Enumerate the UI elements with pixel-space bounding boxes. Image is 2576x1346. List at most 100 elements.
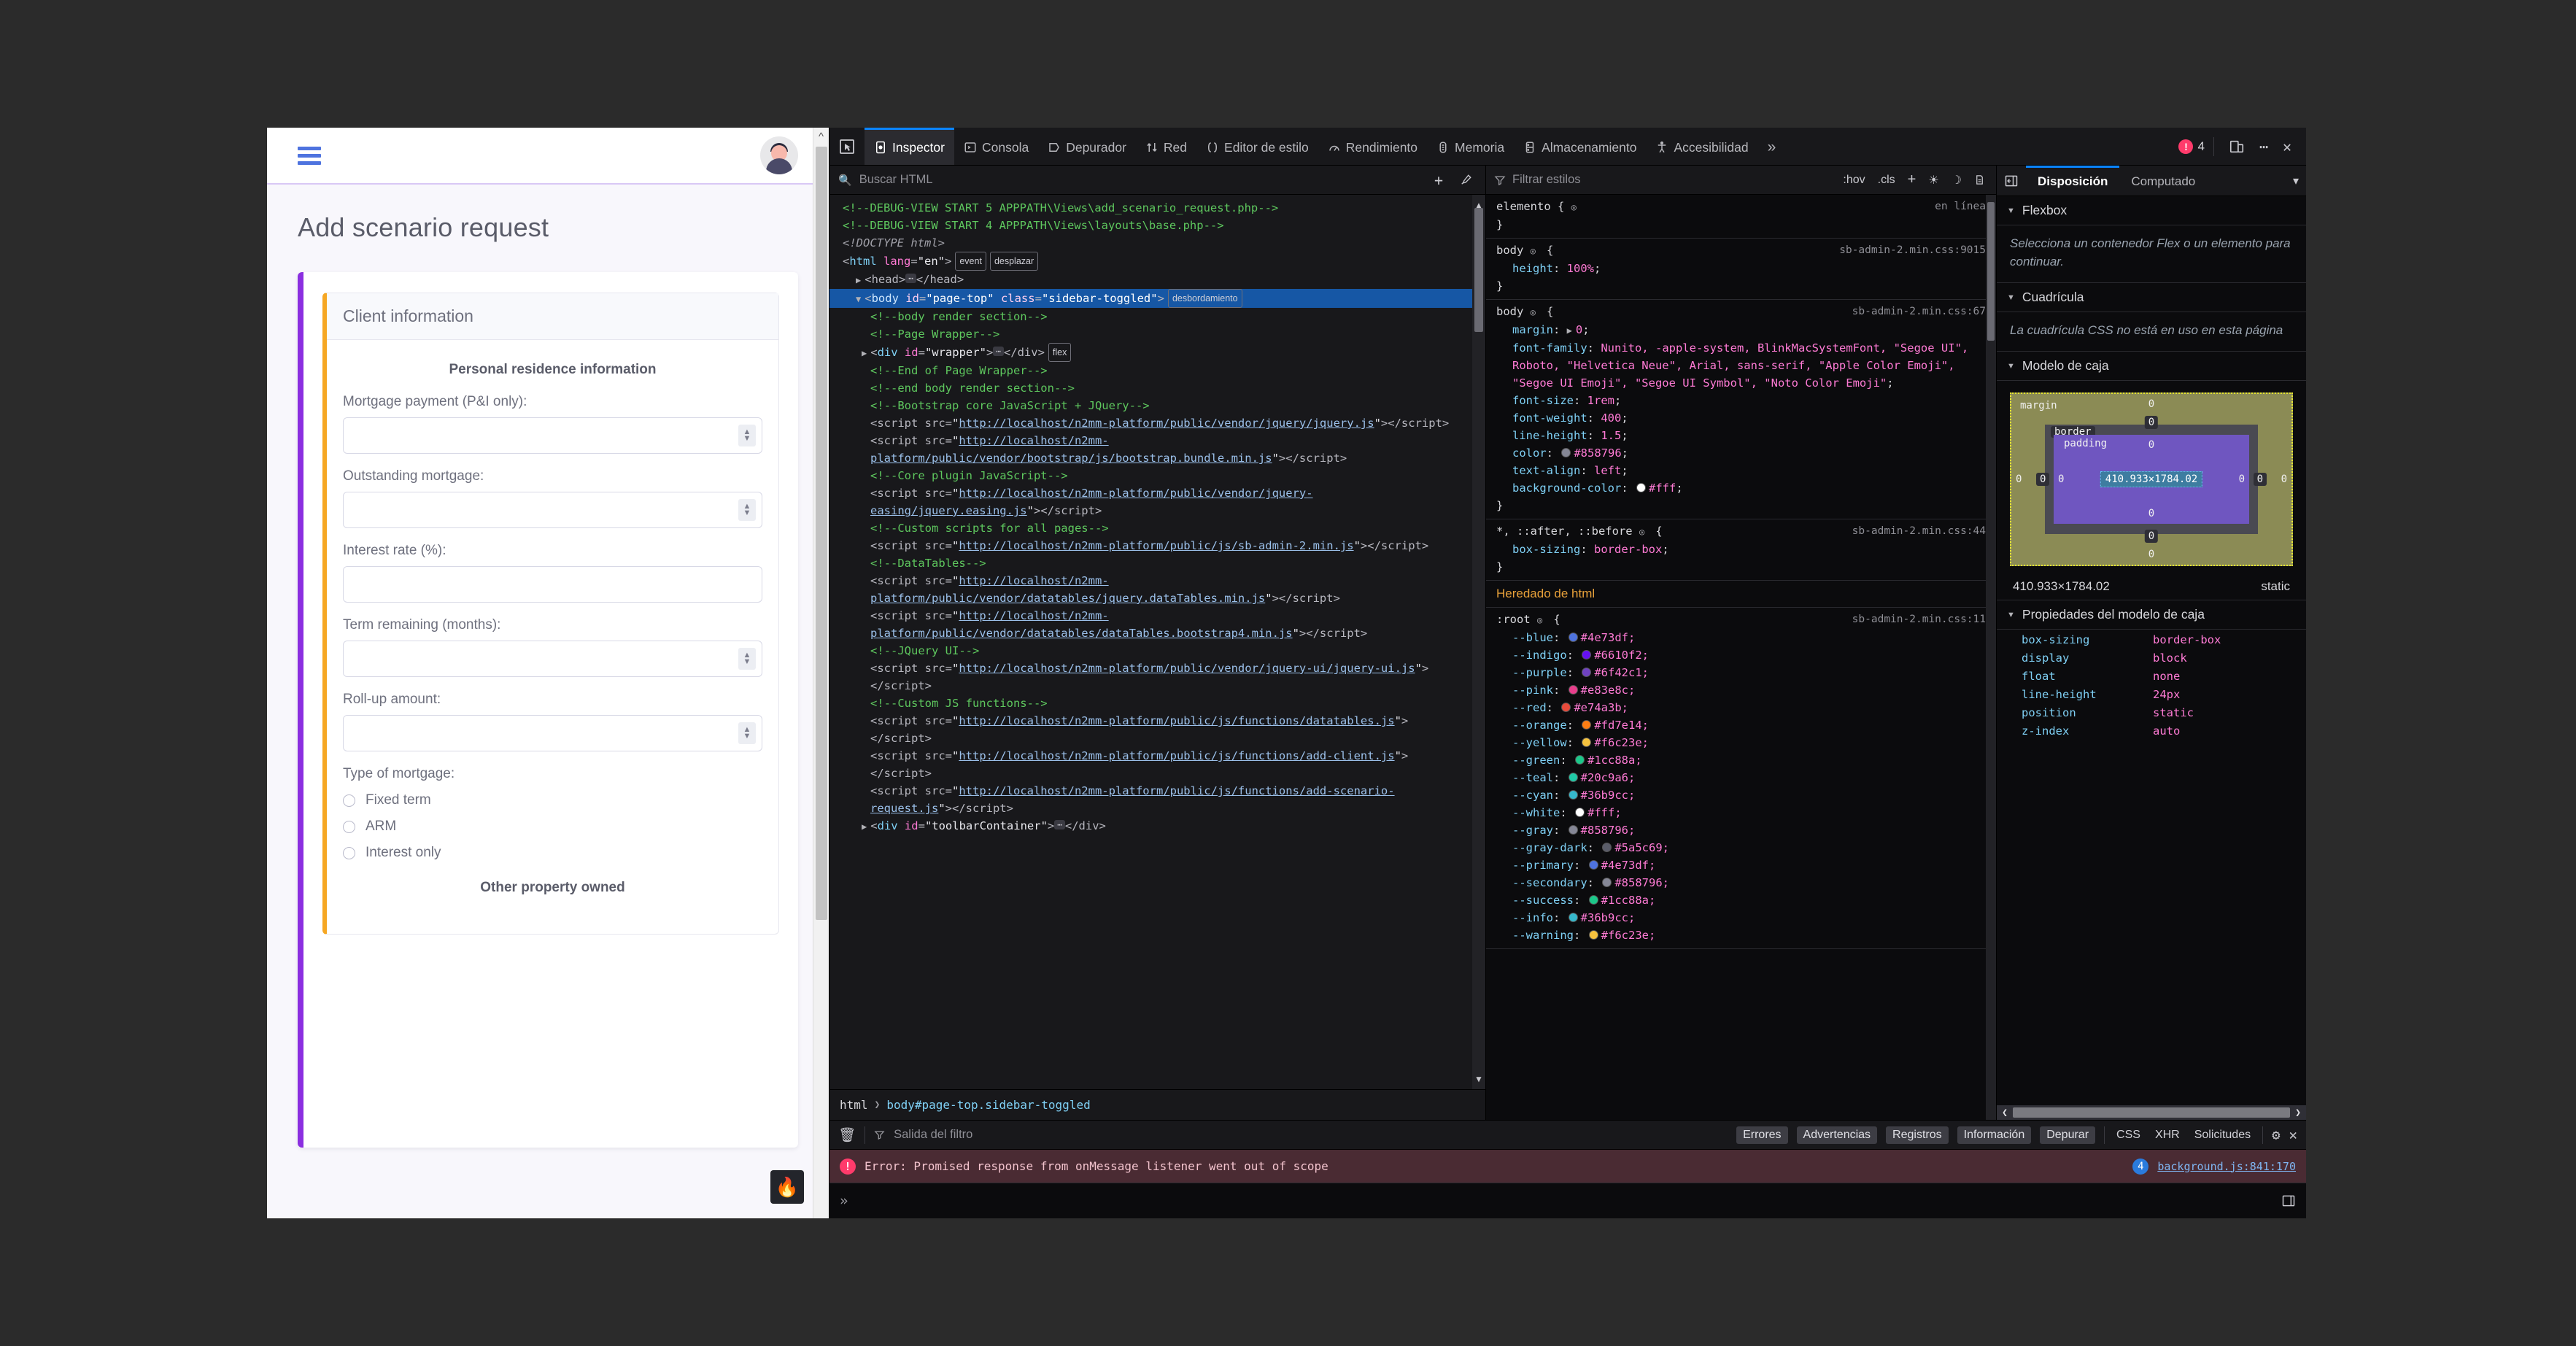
padding-right-value[interactable]: 0 xyxy=(2239,473,2245,485)
margin-bottom-value[interactable]: 0 xyxy=(2148,549,2154,560)
border-bottom-value[interactable]: 0 xyxy=(2144,530,2159,543)
hamburger-icon[interactable] xyxy=(298,143,321,169)
color-swatch[interactable] xyxy=(1561,703,1571,712)
markup-scrollbar[interactable]: ▲ ▼ xyxy=(1472,195,1485,1089)
console-input-row[interactable]: » xyxy=(829,1183,2306,1218)
markup-line[interactable]: <!--Custom JS functions--> xyxy=(829,695,1485,712)
tab-red[interactable]: Red xyxy=(1136,128,1196,165)
css-rule-root[interactable]: :root ◎ { sb-admin-2.min.css:11 --blue: … xyxy=(1486,608,1996,949)
declaration-row[interactable]: --blue: #4e73df; xyxy=(1496,629,1986,646)
scroll-right-icon[interactable]: ❯ xyxy=(2290,1107,2306,1118)
declaration-row[interactable]: --orange: #fd7e14; xyxy=(1496,716,1986,734)
declaration-row[interactable]: --primary: #4e73df; xyxy=(1496,856,1986,874)
trash-icon[interactable]: 🗑 xyxy=(838,1126,856,1143)
responsive-design-mode-icon[interactable] xyxy=(2223,139,2251,155)
spinner-icon[interactable]: ▲ ▼ xyxy=(738,499,756,521)
radio-option-interest-only[interactable]: Interest only xyxy=(343,845,762,861)
color-swatch[interactable] xyxy=(1568,633,1578,642)
search-input[interactable]: Buscar HTML xyxy=(859,173,1423,187)
markup-line-selected[interactable]: ▼ <body id="page-top" class="sidebar-togg… xyxy=(829,289,1485,308)
tabs-overflow-button[interactable]: » xyxy=(1758,128,1786,165)
content-size-value[interactable]: 410.933×1784.02 xyxy=(2100,471,2203,487)
css-rules-list[interactable]: elemento { ◎ en línea } body ◎ { sb-admi… xyxy=(1486,195,1996,1120)
declaration-row[interactable]: --success: #1cc88a; xyxy=(1496,891,1986,909)
css-rule-body-2[interactable]: body ◎ { sb-admin-2.min.css:67 margin: ▶… xyxy=(1486,300,1996,519)
filter-xhr[interactable]: XHR xyxy=(2152,1129,2183,1142)
console-filter-input[interactable]: Salida del filtro xyxy=(894,1128,972,1142)
close-icon[interactable]: ✕ xyxy=(2289,1127,2297,1143)
css-rule-body-1[interactable]: body ◎ { sb-admin-2.min.css:9015 height:… xyxy=(1486,239,1996,300)
spinner-icon[interactable]: ▲ ▼ xyxy=(738,425,756,446)
scrollbar-thumb[interactable] xyxy=(816,147,827,920)
color-swatch[interactable] xyxy=(1582,720,1592,730)
tab-editor-de-estilo[interactable]: Editor de estilo xyxy=(1196,128,1318,165)
margin-top-value[interactable]: 0 xyxy=(2148,398,2154,410)
padding-left-value[interactable]: 0 xyxy=(2058,473,2064,485)
user-avatar[interactable] xyxy=(760,136,798,174)
color-swatch[interactable] xyxy=(1588,930,1598,940)
markup-line[interactable]: <!--Core plugin JavaScript--> xyxy=(829,467,1485,484)
color-swatch[interactable] xyxy=(1568,913,1578,922)
markup-line[interactable]: <!--body render section--> xyxy=(829,308,1485,325)
layout-body[interactable]: ▼ Flexbox Selecciona un contenedor Flex … xyxy=(1997,196,2306,1120)
boxmodel-section-header[interactable]: ▼ Modelo de caja xyxy=(1997,352,2306,381)
tab-memoria[interactable]: Memoria xyxy=(1427,128,1514,165)
border-top-value[interactable]: 0 xyxy=(2144,416,2159,429)
markup-line[interactable]: <!--DataTables--> xyxy=(829,554,1485,572)
chevron-down-icon[interactable]: ▾ xyxy=(2286,166,2306,196)
declaration-row[interactable]: --yellow: #f6c23e; xyxy=(1496,734,1986,751)
border-left-value[interactable]: 0 xyxy=(2036,473,2050,486)
radio-icon[interactable] xyxy=(343,846,355,859)
color-swatch[interactable] xyxy=(1568,825,1578,835)
error-count-badge[interactable]: ! 4 xyxy=(2178,139,2205,154)
declaration-row[interactable]: --info: #36b9cc; xyxy=(1496,909,1986,927)
markup-line[interactable]: <script src="http://localhost/n2mm-platf… xyxy=(829,432,1485,467)
declaration-row[interactable]: --purple: #6f42c1; xyxy=(1496,664,1986,681)
radio-icon[interactable] xyxy=(343,820,355,833)
breadcrumb-item-html[interactable]: html xyxy=(840,1098,868,1112)
scrollbar-thumb[interactable] xyxy=(2013,1107,2290,1118)
spinner-icon[interactable]: ▲ ▼ xyxy=(738,722,756,744)
scroll-down-icon[interactable]: ▼ xyxy=(1472,1070,1485,1088)
page-scrollbar[interactable]: ^ xyxy=(813,128,829,1218)
scrollbar-thumb[interactable] xyxy=(1474,208,1483,332)
markup-line[interactable]: <script src="http://localhost/n2mm-platf… xyxy=(829,782,1485,817)
fire-icon[interactable]: 🔥 xyxy=(770,1170,804,1204)
margin-left-value[interactable]: 0 xyxy=(2016,473,2022,485)
tab-computado[interactable]: Computado xyxy=(2119,166,2207,196)
filter-chip-depurar[interactable]: Depurar xyxy=(2040,1126,2096,1144)
border-right-value[interactable]: 0 xyxy=(2253,473,2267,486)
color-swatch[interactable] xyxy=(1582,650,1592,660)
scrollbar-thumb[interactable] xyxy=(1987,202,1995,341)
print-preview-icon[interactable] xyxy=(1971,174,1988,185)
markup-line[interactable]: <script src="http://localhost/n2mm-platf… xyxy=(829,484,1485,519)
declaration-row[interactable]: --teal: #20c9a6; xyxy=(1496,769,1986,786)
filter-chip-informacion[interactable]: Información xyxy=(1957,1126,2032,1144)
color-swatch[interactable] xyxy=(1602,843,1612,852)
markup-line[interactable]: ▶ <div id="toolbarContainer"> ⋯ </div> xyxy=(829,817,1485,835)
markup-line[interactable]: <!DOCTYPE html> xyxy=(829,234,1485,252)
markup-line[interactable]: ▶ <div id="wrapper"> ⋯ </div> flex xyxy=(829,343,1485,362)
toggle-sidebar-icon[interactable] xyxy=(1997,166,2026,196)
markup-line[interactable]: <!--DEBUG-VIEW START 5 APPPATH\Views\add… xyxy=(829,199,1485,217)
cls-toggle[interactable]: .cls xyxy=(1875,174,1898,187)
filter-css[interactable]: CSS xyxy=(2113,1129,2143,1142)
breadcrumb-item-body[interactable]: body#page-top.sidebar-toggled xyxy=(886,1098,1090,1112)
declaration-row[interactable]: --cyan: #36b9cc; xyxy=(1496,786,1986,804)
scroll-up-icon[interactable]: ^ xyxy=(813,128,829,143)
more-options-icon[interactable]: ⋯ xyxy=(2254,138,2274,155)
filter-solicitudes[interactable]: Solicitudes xyxy=(2192,1129,2254,1142)
markup-line[interactable]: <script src="http://localhost/n2mm-platf… xyxy=(829,607,1485,642)
color-swatch[interactable] xyxy=(1602,878,1612,887)
radio-icon[interactable] xyxy=(343,794,355,807)
declaration-row[interactable]: --white: #fff; xyxy=(1496,804,1986,821)
rollup-amount-input[interactable]: ▲ ▼ xyxy=(343,715,762,751)
rules-scrollbar[interactable] xyxy=(1986,195,1996,1120)
markup-line[interactable]: <script src="http://localhost/n2mm-platf… xyxy=(829,537,1485,554)
markup-line[interactable]: <!--end body render section--> xyxy=(829,379,1485,397)
color-swatch[interactable] xyxy=(1588,895,1598,905)
filter-chip-advertencias[interactable]: Advertencias xyxy=(1796,1126,1878,1144)
scroll-left-icon[interactable]: ❮ xyxy=(1997,1107,2013,1118)
color-swatch[interactable] xyxy=(1575,808,1585,817)
tab-rendimiento[interactable]: Rendimiento xyxy=(1318,128,1427,165)
